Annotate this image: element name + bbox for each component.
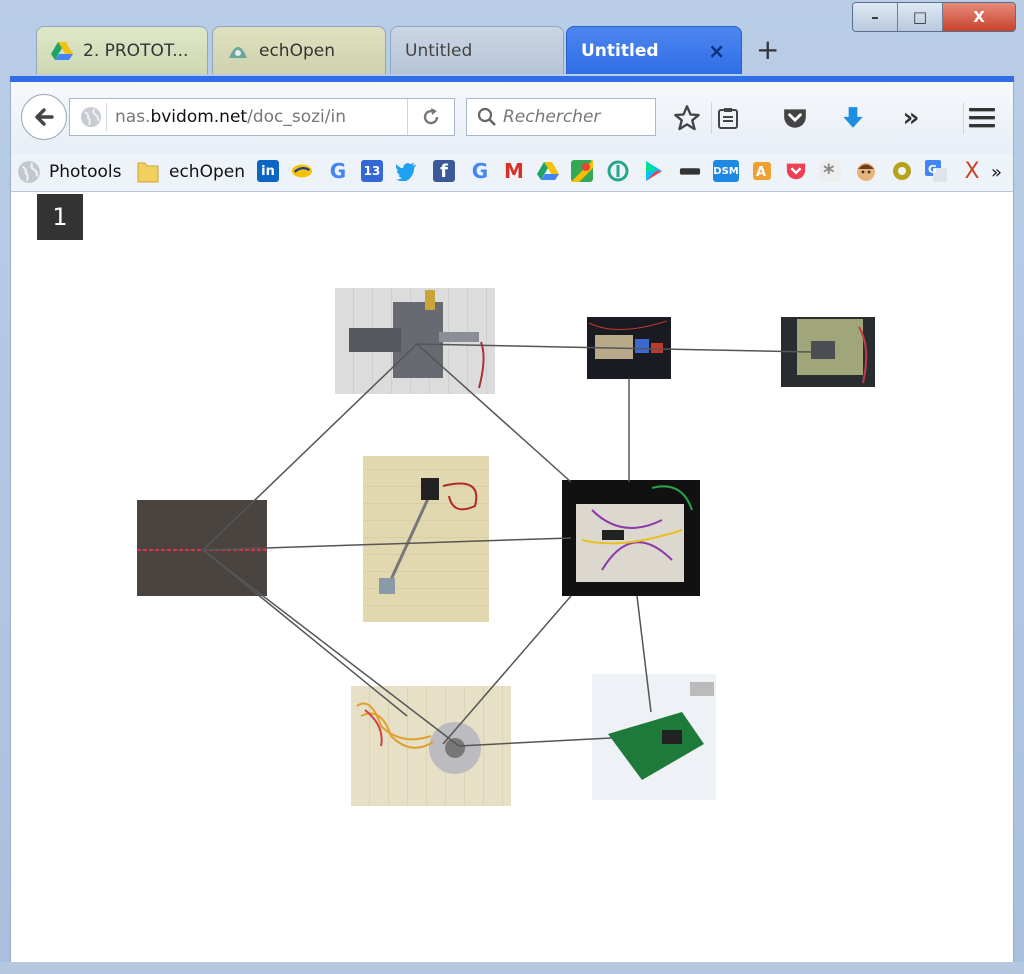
pocket-icon (784, 109, 806, 128)
overflow-button[interactable]: » (895, 102, 927, 134)
connector-line (202, 343, 418, 551)
tab-untitled-active[interactable]: Untitled × (566, 26, 742, 74)
reload-button[interactable] (407, 99, 454, 135)
connection-lines (202, 343, 812, 747)
google-drive-icon[interactable] (537, 160, 559, 182)
connector-line (202, 537, 572, 551)
star-icon (674, 105, 700, 131)
google-icon-2[interactable]: G (469, 159, 491, 183)
gmail-icon[interactable]: M (503, 159, 525, 183)
connector-line (442, 595, 572, 745)
connector-line (202, 549, 408, 717)
window-controls: – □ X (852, 2, 1016, 32)
bookmarks-overflow-button[interactable]: » (991, 158, 1002, 186)
tab-label: Untitled (405, 40, 473, 61)
gear-icon[interactable] (891, 160, 913, 182)
dsm-icon[interactable]: DSM (713, 160, 739, 182)
connector-line (416, 343, 612, 349)
google-drive-icon (51, 41, 73, 61)
face-icon[interactable] (855, 160, 877, 182)
connector-line (416, 343, 572, 483)
reload-icon (423, 108, 439, 125)
new-tab-button[interactable]: + (756, 36, 779, 64)
close-window-button[interactable]: X (943, 3, 1015, 31)
back-arrow-icon (35, 108, 54, 126)
bookmark-echopen[interactable]: echOpen (137, 158, 245, 186)
connector-line (610, 347, 812, 353)
google-maps-icon[interactable] (571, 160, 593, 182)
tab-prototype[interactable]: 2. PROTOT... (36, 26, 208, 74)
globe-icon (76, 106, 106, 128)
back-button[interactable] (21, 94, 67, 140)
device-icon[interactable] (679, 160, 701, 182)
url-text[interactable]: nas.bvidom.net/doc_sozi/in (107, 107, 387, 127)
svg-text:G: G (928, 163, 937, 176)
downloads-button[interactable] (837, 102, 869, 134)
pocket-icon[interactable] (785, 160, 807, 182)
connector-line (636, 595, 652, 713)
browser-window: – □ X 2. PROTOT... echOpen Untitled Unti… (0, 0, 1024, 974)
google-translate-icon[interactable]: G (925, 160, 947, 182)
tab-label: 2. PROTOT... (83, 40, 189, 61)
search-placeholder: Rechercher (503, 107, 601, 127)
close-tab-icon[interactable]: × (708, 39, 725, 63)
pocket-button[interactable] (779, 102, 811, 134)
bookmark-photools[interactable]: Photools (17, 158, 121, 186)
twitter-icon[interactable] (395, 160, 417, 182)
tab-echopen[interactable]: echOpen (212, 26, 386, 74)
svg-text:*: * (823, 161, 835, 182)
google-icon[interactable]: G (327, 159, 349, 183)
window-bottom-border (0, 962, 1024, 974)
bookmarks-toolbar: Photools echOpen in G 13 f G M DSM A * G… (10, 154, 1014, 192)
openstreetmap-icon[interactable] (607, 160, 629, 182)
google-play-icon[interactable] (643, 160, 665, 182)
address-bar[interactable]: nas.bvidom.net/doc_sozi/in (69, 98, 455, 136)
x-bookmark-icon[interactable]: X (961, 159, 983, 184)
tab-untitled[interactable]: Untitled (390, 26, 564, 74)
navigation-bar: nas.bvidom.net/doc_sozi/in Rechercher » (10, 82, 1014, 154)
facebook-icon[interactable]: f (433, 160, 455, 182)
reading-list-button[interactable] (711, 102, 744, 134)
search-icon (477, 107, 496, 126)
connector-line (458, 737, 612, 747)
svg-text:A: A (756, 165, 766, 180)
laposte-icon[interactable] (291, 160, 313, 182)
minimize-button[interactable]: – (853, 3, 898, 31)
folder-icon (137, 162, 159, 183)
asterisk-icon[interactable]: * (819, 160, 841, 182)
tab-label: Untitled (581, 40, 659, 61)
presentation-canvas[interactable]: 1 (10, 192, 1014, 962)
echopen-icon (227, 41, 249, 61)
search-box[interactable]: Rechercher (466, 98, 656, 136)
translate-icon[interactable]: A (751, 160, 773, 182)
calendar-icon[interactable]: 13 (361, 160, 383, 182)
tab-label: echOpen (259, 40, 335, 61)
globe-icon (18, 161, 40, 183)
connector-line (202, 549, 460, 747)
download-arrow-icon (843, 107, 863, 128)
hamburger-menu-icon (969, 108, 995, 128)
bookmark-star-button[interactable] (671, 102, 703, 134)
menu-button[interactable] (963, 102, 1000, 134)
maximize-button[interactable]: □ (898, 3, 943, 31)
clipboard-icon (718, 108, 738, 129)
linkedin-icon[interactable]: in (257, 160, 279, 182)
